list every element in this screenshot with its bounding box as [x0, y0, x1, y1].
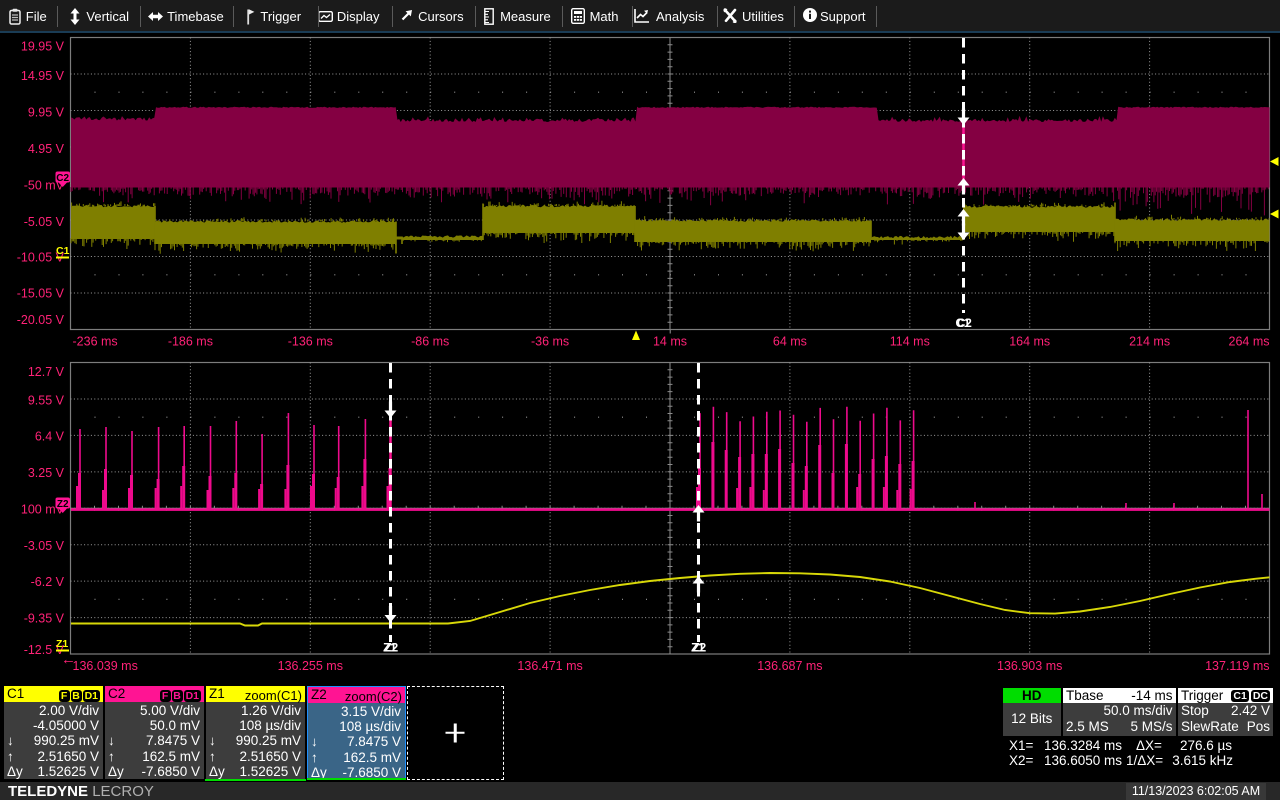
svg-text:114 ms: 114 ms: [890, 335, 930, 349]
svg-text:-36 ms: -36 ms: [531, 335, 569, 349]
svg-text:12.7 V: 12.7 V: [28, 365, 65, 379]
svg-text:136.903 ms: 136.903 ms: [997, 659, 1062, 673]
svg-text:4.95 V: 4.95 V: [28, 142, 65, 156]
svg-text:-5.05 V: -5.05 V: [24, 215, 65, 229]
svg-text:164 ms: 164 ms: [1009, 335, 1050, 349]
svg-text:-15.05 V: -15.05 V: [17, 287, 65, 301]
svg-text:-3.05 V: -3.05 V: [24, 539, 65, 553]
svg-text:-136 ms: -136 ms: [288, 335, 333, 349]
svg-text:64 ms: 64 ms: [773, 335, 807, 349]
svg-text:C2: C2: [957, 318, 972, 330]
svg-text:9.95 V: 9.95 V: [28, 106, 65, 120]
svg-text:Z2: Z2: [385, 643, 398, 655]
svg-text:136.039 ms: 136.039 ms: [73, 659, 138, 673]
svg-text:137.119 ms: 137.119 ms: [1205, 659, 1269, 673]
svg-text:136.687 ms: 136.687 ms: [757, 659, 822, 673]
svg-text:Z2: Z2: [57, 499, 69, 510]
svg-text:264 ms: 264 ms: [1229, 335, 1270, 349]
svg-text:6.4 V: 6.4 V: [35, 430, 65, 444]
svg-text:-9.35 V: -9.35 V: [24, 612, 65, 626]
svg-text:-20.05 V: -20.05 V: [17, 313, 65, 327]
svg-text:3.25 V: 3.25 V: [28, 466, 65, 480]
svg-text:14.95 V: 14.95 V: [21, 69, 65, 83]
svg-text:9.55 V: 9.55 V: [28, 393, 65, 407]
svg-text:-236 ms: -236 ms: [73, 335, 118, 349]
svg-text:-86 ms: -86 ms: [411, 335, 449, 349]
svg-text:Z1: Z1: [56, 638, 68, 650]
svg-text:19.95 V: 19.95 V: [21, 40, 65, 54]
svg-text:-6.2 V: -6.2 V: [31, 575, 65, 589]
svg-text:-186 ms: -186 ms: [168, 335, 213, 349]
svg-text:136.255 ms: 136.255 ms: [278, 659, 343, 673]
svg-text:←: ←: [61, 651, 76, 668]
svg-text:C2: C2: [56, 173, 69, 184]
svg-text:136.471 ms: 136.471 ms: [517, 659, 582, 673]
svg-text:214 ms: 214 ms: [1129, 335, 1170, 349]
svg-text:14 ms: 14 ms: [653, 335, 687, 349]
svg-text:Z2: Z2: [693, 643, 706, 655]
svg-text:C1: C1: [56, 245, 70, 257]
